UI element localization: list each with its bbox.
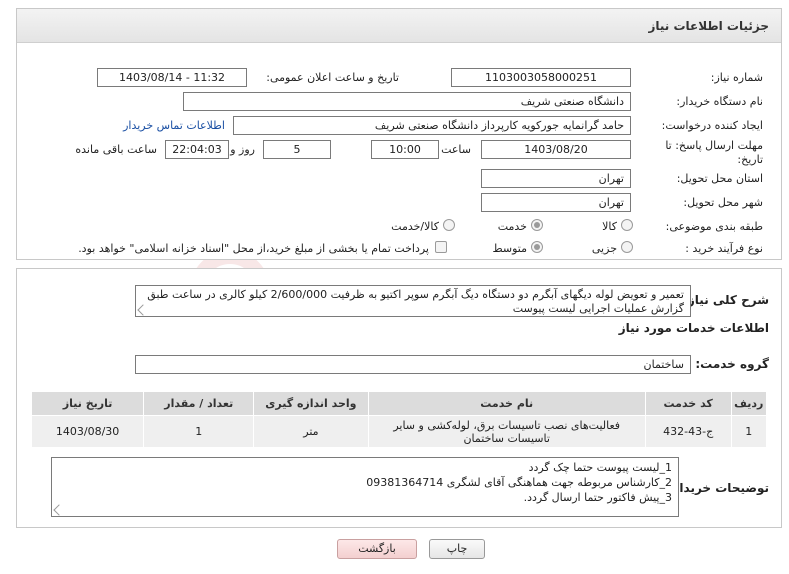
need-summary-label: شرح کلی نیاز: — [683, 293, 769, 307]
need-number-label: شماره نیاز: — [710, 71, 763, 84]
purchase-minor-label: جزیی — [591, 242, 617, 255]
need-details-panel: جزئیات اطلاعات نیاز شماره نیاز: 11030030… — [16, 8, 782, 260]
buyer-note-line: 2_کارشناس مربوطه جهت هماهنگی آقای لشگری … — [366, 476, 672, 489]
cell-row-number: 1 — [730, 415, 768, 448]
buyer-notes-label: توضیحات خریدار: — [667, 481, 769, 495]
services-table: ردیف کد خدمت نام خدمت واحد اندازه گیری ت… — [30, 391, 768, 448]
cell-quantity: 1 — [143, 415, 255, 448]
purchase-medium-radio[interactable] — [531, 241, 543, 253]
remaining-time-label: ساعت باقی مانده — [75, 143, 157, 156]
resize-handle-icon[interactable] — [53, 504, 65, 516]
buyer-note-line: 3_پیش فاکتور حتما ارسال گردد. — [523, 491, 672, 504]
deadline-label-line1: مهلت ارسال پاسخ: تا — [665, 139, 763, 152]
requester-field: حامد گرانمایه جورکویه کارپرداز دانشگاه ص… — [233, 116, 631, 135]
need-summary-text: تعمیر و تعویض لوله دیگهای آبگرم دو دستگا… — [147, 288, 684, 315]
category-label: طبقه بندی موضوعی: — [665, 220, 763, 233]
category-service-radio[interactable] — [531, 219, 543, 231]
category-goods-radio[interactable] — [621, 219, 633, 231]
cell-need-date: 1403/08/30 — [30, 415, 145, 448]
deadline-time-field: 10:00 — [371, 140, 439, 159]
service-group-field: ساختمان — [135, 355, 691, 374]
print-button[interactable]: چاپ — [429, 539, 485, 559]
requester-label: ایجاد کننده درخواست: — [661, 119, 763, 132]
col-header-need-date: تاریخ نیاز — [30, 391, 145, 416]
deadline-date-field: 1403/08/20 — [481, 140, 631, 159]
table-row: 1 ج-43-432 فعالیت‌های نصب تاسیسات برق، ل… — [30, 415, 768, 448]
treasury-payment-checkbox[interactable] — [435, 241, 447, 253]
province-field: تهران — [481, 169, 631, 188]
col-header-service-name: نام خدمت — [367, 391, 646, 416]
deadline-label-line2: تاریخ: — [737, 153, 763, 166]
remaining-days-field: 5 — [263, 140, 331, 159]
services-table-header: ردیف کد خدمت نام خدمت واحد اندازه گیری ت… — [30, 391, 768, 416]
treasury-payment-note: پرداخت تمام یا بخشی از مبلغ خرید،از محل … — [78, 242, 429, 255]
buyer-org-field: دانشگاه صنعتی شریف — [183, 92, 631, 111]
cell-unit: متر — [253, 415, 369, 448]
category-service-label: خدمت — [497, 220, 527, 233]
purchase-type-label: نوع فرآیند خرید : — [685, 242, 763, 255]
back-button[interactable]: بازگشت — [337, 539, 417, 559]
category-goods-service-radio[interactable] — [443, 219, 455, 231]
need-summary-textarea[interactable]: تعمیر و تعویض لوله دیگهای آبگرم دو دستگا… — [135, 285, 691, 317]
deadline-time-label: ساعت — [441, 143, 471, 156]
purchase-medium-label: متوسط — [492, 242, 527, 255]
remaining-time-field: 22:04:03 — [165, 140, 229, 159]
col-header-unit: واحد اندازه گیری — [253, 391, 369, 416]
buyer-contact-link[interactable]: اطلاعات تماس خریدار — [123, 119, 225, 132]
col-header-row-number: ردیف — [730, 391, 768, 416]
category-goods-label: کالا — [602, 220, 617, 233]
buyer-note-line: 1_لیست پیوست حتما چک گردد — [528, 461, 672, 474]
cell-service-code: ج-43-432 — [644, 415, 732, 448]
announce-datetime-field: 1403/08/14 - 11:32 — [97, 68, 247, 87]
col-header-service-code: کد خدمت — [644, 391, 732, 416]
days-label: روز و — [230, 143, 255, 156]
services-section-title: اطلاعات خدمات مورد نیاز — [618, 321, 769, 335]
buyer-org-label: نام دستگاه خریدار: — [676, 95, 763, 108]
need-description-section: شرح کلی نیاز: تعمیر و تعویض لوله دیگهای … — [16, 268, 782, 528]
city-field: تهران — [481, 193, 631, 212]
panel-title: جزئیات اطلاعات نیاز — [17, 9, 781, 43]
need-number-field: 1103003058000251 — [451, 68, 631, 87]
resize-handle-icon[interactable] — [137, 304, 149, 316]
cell-service-name: فعالیت‌های نصب تاسیسات برق، لوله‌کشی و س… — [367, 415, 646, 448]
purchase-minor-radio[interactable] — [621, 241, 633, 253]
province-label: استان محل تحویل: — [676, 172, 763, 185]
buyer-notes-textarea[interactable]: 1_لیست پیوست حتما چک گردد 2_کارشناس مربو… — [51, 457, 679, 517]
service-group-label: گروه خدمت: — [695, 357, 769, 371]
announce-datetime-label: تاریخ و ساعت اعلان عمومی: — [266, 71, 399, 84]
category-goods-service-label: کالا/خدمت — [391, 220, 439, 233]
city-label: شهر محل تحویل: — [683, 196, 763, 209]
col-header-quantity: تعداد / مقدار — [143, 391, 255, 416]
